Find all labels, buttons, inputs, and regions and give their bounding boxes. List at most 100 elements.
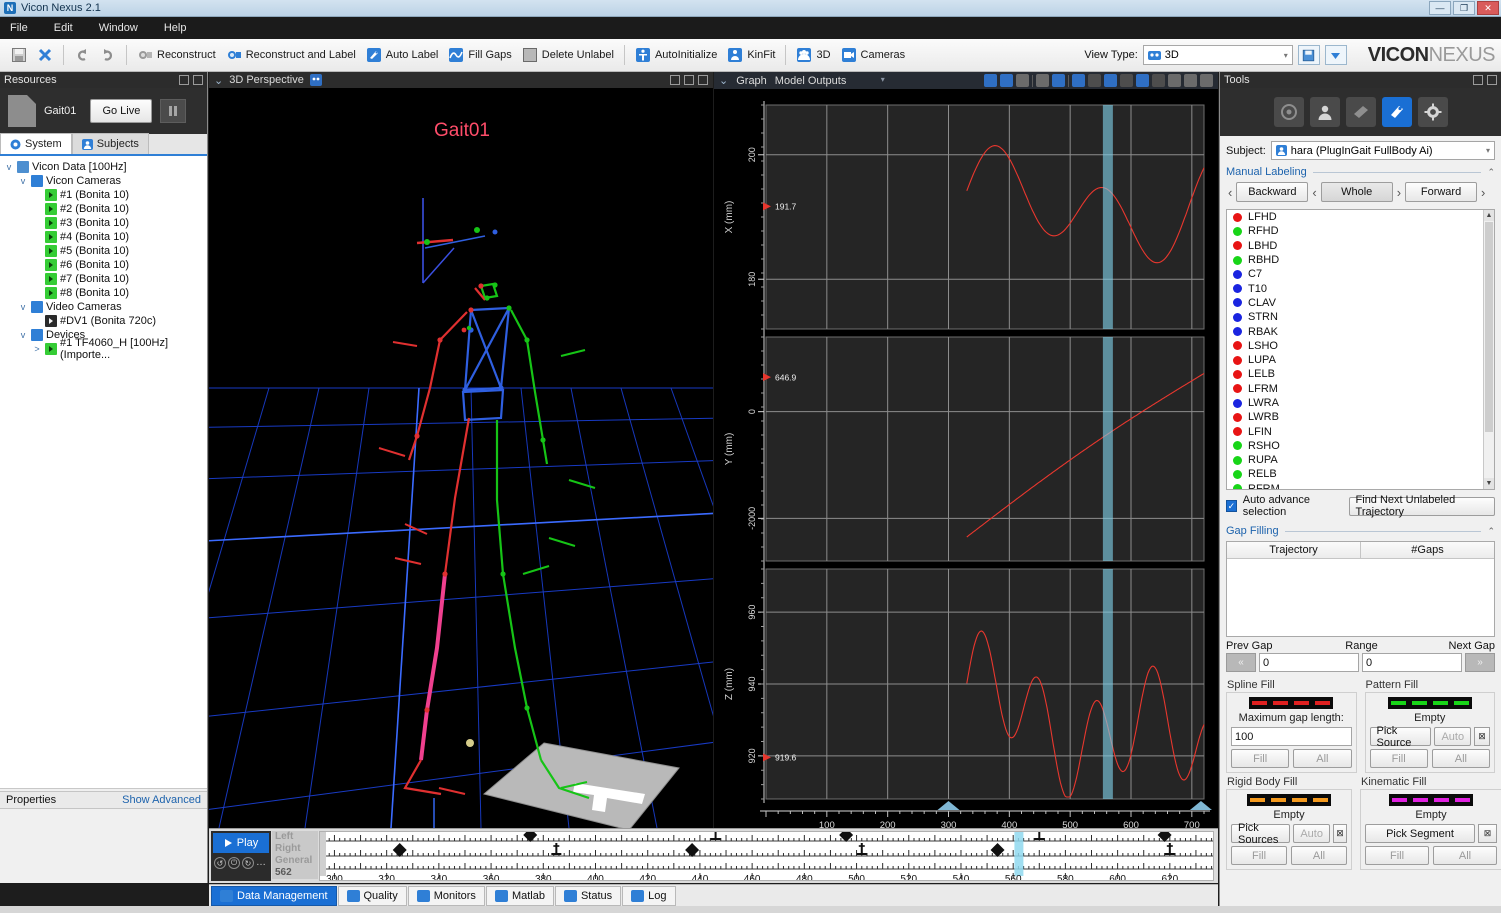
menu-item-window[interactable]: Window bbox=[99, 22, 138, 34]
tree-item[interactable]: #1 (Bonita 10) bbox=[4, 188, 207, 202]
bottom-tab-log[interactable]: Log bbox=[622, 885, 676, 906]
lock-all-icon[interactable] bbox=[1152, 74, 1165, 87]
kinematic-fill-all-button[interactable]: All bbox=[1433, 846, 1497, 865]
rigid-fill-all-button[interactable]: All bbox=[1291, 846, 1347, 865]
pattern-fill-all-button[interactable]: All bbox=[1431, 749, 1490, 768]
calibration-tool-icon[interactable] bbox=[1345, 97, 1376, 127]
grid-toggle-icon[interactable] bbox=[1036, 74, 1049, 87]
tree-expander-icon[interactable]: v bbox=[18, 330, 28, 340]
subject-select[interactable]: hara (PlugInGait FullBody Ai) ▾ bbox=[1270, 141, 1495, 160]
tree-item[interactable]: v Video Cameras bbox=[4, 300, 207, 314]
repeat-icon[interactable]: ↻ bbox=[242, 857, 254, 869]
collapse-section-icon[interactable]: ⌃ bbox=[1487, 167, 1495, 178]
tree-item[interactable]: #5 (Bonita 10) bbox=[4, 244, 207, 258]
tree-item[interactable]: #DV1 (Bonita 720c) bbox=[4, 314, 207, 328]
tree-item[interactable]: #3 (Bonita 10) bbox=[4, 216, 207, 230]
timeline-tracks[interactable]: 300 320 340 360 380 400 420 440 460 480 500 520 540 5… bbox=[319, 831, 1214, 881]
marker-list-item[interactable]: RUPA bbox=[1227, 453, 1494, 467]
kinfit-button[interactable]: KinFit bbox=[722, 42, 780, 68]
kinematic-pick-segment-button[interactable]: Pick Segment bbox=[1365, 824, 1475, 843]
tree-item[interactable]: #6 (Bonita 10) bbox=[4, 258, 207, 272]
zoom-x-icon[interactable] bbox=[984, 74, 997, 87]
marker-list-item[interactable]: RFRM bbox=[1227, 482, 1494, 489]
auto-label-button[interactable]: Auto Label bbox=[361, 42, 444, 68]
marker-list-item[interactable]: LFIN bbox=[1227, 424, 1494, 438]
view-type-select[interactable]: 3D ▾ bbox=[1142, 45, 1293, 65]
cursor-icon[interactable] bbox=[1016, 74, 1029, 87]
pattern-pick-source-button[interactable]: Pick Source bbox=[1369, 725, 1432, 749]
tab-subjects[interactable]: Subjects bbox=[71, 133, 149, 154]
menu-item-file[interactable]: File bbox=[10, 22, 28, 34]
menu-item-help[interactable]: Help bbox=[164, 22, 187, 34]
gap-range-input[interactable]: 0 bbox=[1362, 653, 1462, 672]
kinematic-clear-icon[interactable]: ⊠ bbox=[1478, 824, 1497, 843]
fill-gaps-button[interactable]: Fill Gaps bbox=[443, 42, 516, 68]
viewport-mode-icon[interactable] bbox=[309, 74, 322, 86]
autoscale-icon[interactable] bbox=[1072, 74, 1085, 87]
bottom-tab-matlab[interactable]: Matlab bbox=[485, 885, 554, 906]
tree-item[interactable]: > #1 TF4060_H [100Hz] (Importe... bbox=[4, 337, 207, 361]
marker-list-item[interactable]: LWRA bbox=[1227, 396, 1494, 410]
cameras-button[interactable]: Cameras bbox=[836, 42, 911, 68]
view-options-button[interactable] bbox=[1324, 45, 1347, 65]
lock-y-icon[interactable] bbox=[1120, 74, 1133, 87]
tree-item[interactable]: #7 (Bonita 10) bbox=[4, 272, 207, 286]
bottom-tab-quality[interactable]: Quality bbox=[337, 885, 407, 906]
expand-panel-icon[interactable] bbox=[193, 75, 203, 85]
loop-icon[interactable]: ↺ bbox=[214, 857, 226, 869]
bottom-tab-status[interactable]: Status bbox=[554, 885, 622, 906]
gap-table[interactable]: Trajectory #Gaps bbox=[1226, 541, 1495, 637]
marker-list-item[interactable]: RELB bbox=[1227, 467, 1494, 481]
resources-tree[interactable]: v Vicon Data [100Hz] v Vicon Cameras #1 (Bon… bbox=[0, 156, 207, 789]
graph-canvas[interactable]: 200 180 X (mm) 191.7 0 -2000 Y (mm) 646.9 960 940… bbox=[714, 89, 1218, 846]
spline-fill-button[interactable]: Fill bbox=[1231, 749, 1290, 768]
next-range-icon[interactable]: › bbox=[1397, 185, 1401, 200]
column-layout-icon[interactable] bbox=[1184, 74, 1197, 87]
reconstruct-and-label-button[interactable]: Reconstruct and Label bbox=[221, 42, 361, 68]
marker-list-item[interactable]: LFRM bbox=[1227, 382, 1494, 396]
zoom-y-icon[interactable] bbox=[1000, 74, 1013, 87]
rigid-auto-button[interactable]: Auto bbox=[1293, 824, 1330, 843]
trace-icon[interactable] bbox=[1136, 74, 1149, 87]
normalize-icon[interactable] bbox=[1104, 74, 1117, 87]
close-graph-icon[interactable] bbox=[1200, 74, 1213, 87]
tree-expander-icon[interactable]: v bbox=[4, 162, 14, 172]
tree-item[interactable]: #4 (Bonita 10) bbox=[4, 230, 207, 244]
marker-list-item[interactable]: LWRB bbox=[1227, 410, 1494, 424]
delete-unlabel-button[interactable]: Delete Unlabel bbox=[517, 42, 619, 68]
reconstruct-tool-icon[interactable] bbox=[1273, 97, 1304, 127]
marker-list-item[interactable]: RSHO bbox=[1227, 439, 1494, 453]
legend-toggle-icon[interactable] bbox=[1052, 74, 1065, 87]
marker-list-item[interactable]: LBHD bbox=[1227, 239, 1494, 253]
prev-frame-icon[interactable]: ‹ bbox=[1228, 185, 1232, 200]
next-gap-button[interactable]: » bbox=[1465, 653, 1495, 672]
3d-view-button[interactable]: 3D bbox=[791, 42, 835, 68]
tree-item[interactable]: v Vicon Cameras bbox=[4, 174, 207, 188]
reconstruct-button[interactable]: Reconstruct bbox=[132, 42, 221, 68]
tree-expander-icon[interactable]: v bbox=[18, 302, 28, 312]
split-vertical-icon[interactable] bbox=[684, 75, 694, 85]
tab-system[interactable]: System bbox=[0, 133, 72, 154]
auto-initialize-button[interactable]: AutoInitialize bbox=[630, 42, 722, 68]
tree-expander-icon[interactable]: > bbox=[32, 344, 42, 354]
marker-list-item[interactable]: STRN bbox=[1227, 310, 1494, 324]
marker-list-item[interactable]: CLAV bbox=[1227, 296, 1494, 310]
3d-viewport-canvas[interactable]: Gait01 bbox=[209, 88, 713, 828]
pattern-fill-button[interactable]: Fill bbox=[1369, 749, 1428, 768]
marker-list-item[interactable]: C7 bbox=[1227, 267, 1494, 281]
menu-item-edit[interactable]: Edit bbox=[54, 22, 73, 34]
collapse-section-icon[interactable]: ⌃ bbox=[1487, 526, 1495, 537]
graph-component-select[interactable]: Model Outputs ▾ bbox=[775, 75, 885, 87]
marker-list-item[interactable]: LSHO bbox=[1227, 339, 1494, 353]
marker-list[interactable]: LFHD RFHD LBHD RBHD C7 T10 CLAV STRN RBAK LSHO LUP… bbox=[1226, 209, 1495, 490]
pattern-auto-button[interactable]: Auto bbox=[1434, 727, 1472, 746]
kinematic-fill-button[interactable]: Fill bbox=[1365, 846, 1429, 865]
chevron-down-icon[interactable]: ⌄ bbox=[719, 74, 728, 87]
rigid-fill-button[interactable]: Fill bbox=[1231, 846, 1287, 865]
marker-list-item[interactable]: T10 bbox=[1227, 281, 1494, 295]
marker-list-item[interactable]: LELB bbox=[1227, 367, 1494, 381]
close-viewport-icon[interactable] bbox=[698, 75, 708, 85]
save-button[interactable] bbox=[6, 42, 32, 68]
forward-button[interactable]: Forward bbox=[1405, 182, 1478, 202]
marker-list-item[interactable]: LUPA bbox=[1227, 353, 1494, 367]
